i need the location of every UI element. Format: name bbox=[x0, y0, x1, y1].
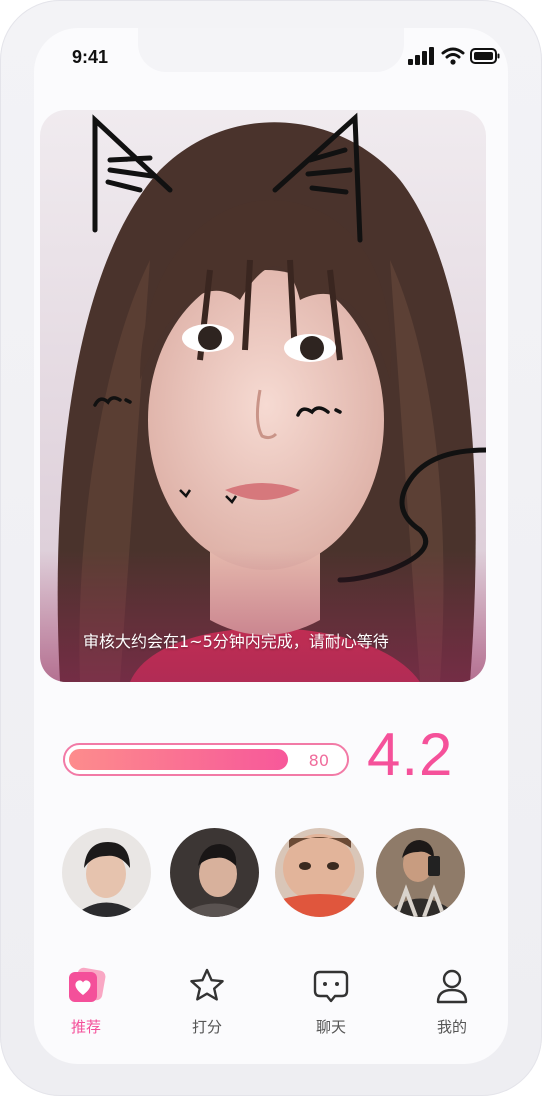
avatar[interactable] bbox=[170, 828, 259, 917]
profile-photo-card[interactable]: 审核大约会在1~5分钟内完成，请耐心等待 bbox=[40, 110, 486, 682]
avatar-photo-4 bbox=[376, 828, 465, 917]
star-icon bbox=[190, 968, 224, 1001]
heart-card-icon bbox=[69, 967, 106, 1002]
nav-item-rate[interactable]: 打分 bbox=[167, 966, 247, 1046]
score-rating: 4.2 bbox=[367, 721, 454, 788]
profile-photo bbox=[40, 110, 486, 682]
signal-icon bbox=[408, 47, 434, 65]
avatar[interactable] bbox=[62, 828, 151, 917]
battery-icon bbox=[470, 48, 500, 64]
review-notice: 审核大约会在1~5分钟内完成，请耐心等待 bbox=[83, 632, 389, 651]
avatar[interactable] bbox=[376, 828, 465, 917]
status-time: 9:41 bbox=[72, 47, 109, 67]
score-progress-value: 80 bbox=[308, 751, 329, 770]
notch bbox=[138, 28, 404, 72]
score-progress-fill bbox=[69, 749, 288, 770]
nav-label: 推荐 bbox=[70, 1018, 101, 1036]
score-progress-bar: 80 bbox=[63, 743, 349, 776]
person-icon bbox=[436, 969, 468, 1004]
bottom-nav: 推荐 打分 聊天 我的 bbox=[34, 966, 508, 1046]
screen: 9:41 审核大约会在1~5分钟内完成，请耐心等待 80 4.2 推荐 打分 聊… bbox=[34, 28, 508, 1064]
avatar-list bbox=[62, 828, 482, 918]
wifi-icon bbox=[441, 47, 465, 65]
avatar-photo-3 bbox=[275, 828, 364, 917]
avatar[interactable] bbox=[275, 828, 364, 917]
nav-item-chat[interactable]: 聊天 bbox=[291, 966, 371, 1046]
status-icons bbox=[408, 45, 500, 67]
nav-item-me[interactable]: 我的 bbox=[412, 966, 492, 1046]
avatar-photo-1 bbox=[62, 828, 151, 917]
nav-label: 我的 bbox=[436, 1018, 467, 1036]
avatar-photo-2 bbox=[170, 828, 259, 917]
chat-bubble-icon bbox=[313, 970, 349, 1003]
nav-item-recommend[interactable]: 推荐 bbox=[46, 966, 126, 1046]
phone-frame: 9:41 审核大约会在1~5分钟内完成，请耐心等待 80 4.2 推荐 打分 聊… bbox=[0, 0, 542, 1096]
nav-label: 打分 bbox=[191, 1018, 222, 1036]
status-bar: 9:41 bbox=[34, 28, 508, 88]
nav-label: 聊天 bbox=[315, 1018, 346, 1036]
